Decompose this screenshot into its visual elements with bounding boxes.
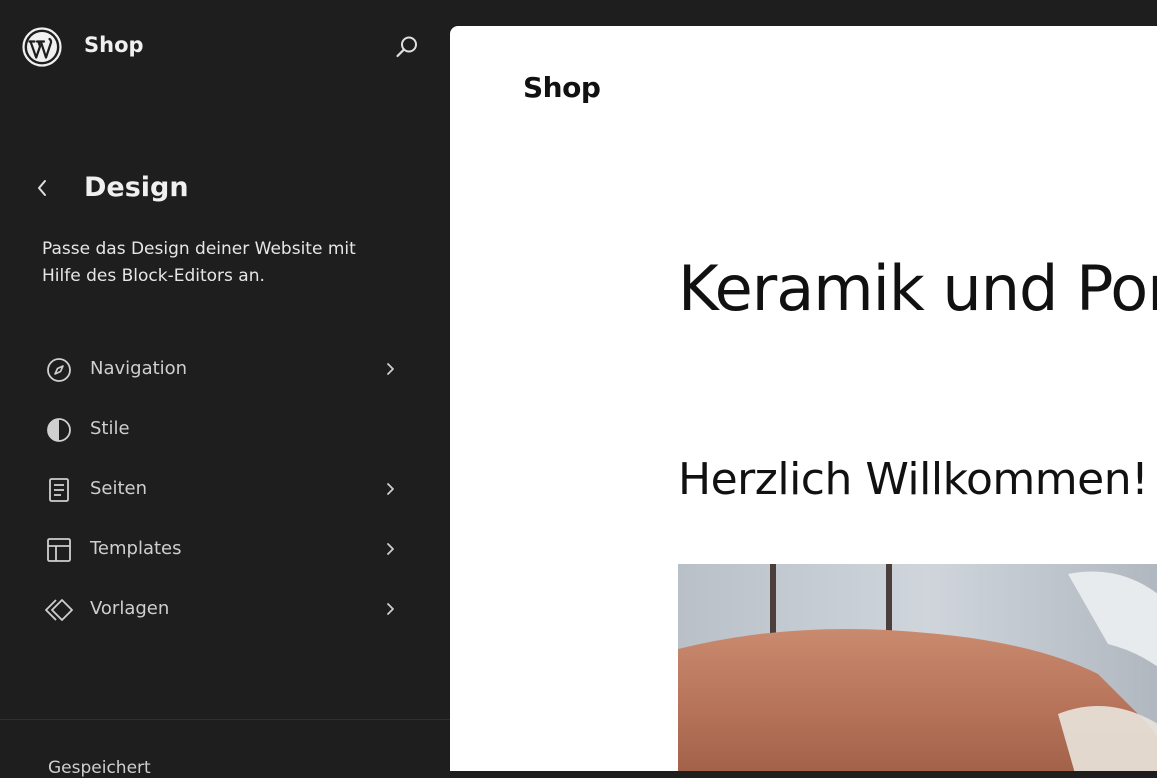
sidebar-divider	[0, 719, 450, 720]
chevron-right-icon	[387, 483, 394, 495]
diamond-icon	[45, 599, 73, 621]
back-chevron-icon[interactable]	[32, 176, 52, 200]
nav-item-label: Navigation	[90, 358, 188, 379]
half-circle-icon	[47, 418, 71, 442]
nav-item-navigation[interactable]: Navigation	[0, 340, 450, 400]
chevron-right-icon	[387, 603, 394, 615]
compass-icon	[47, 358, 71, 382]
chevron-right-icon	[387, 363, 394, 375]
site-preview-canvas[interactable]: Shop Keramik und Porz Herzlich Willkomme…	[450, 26, 1157, 771]
layout-icon	[47, 538, 71, 562]
wordpress-logo-icon[interactable]	[22, 27, 62, 67]
saved-status-link[interactable]: Gespeichert	[48, 758, 151, 778]
preview-site-title[interactable]: Shop	[523, 71, 601, 104]
nav-item-label: Vorlagen	[90, 598, 170, 619]
nav-item-label: Stile	[90, 418, 130, 439]
nav-item-stile[interactable]: Stile	[0, 400, 450, 460]
chevron-right-icon	[387, 543, 394, 555]
nav-item-vorlagen[interactable]: Vorlagen	[0, 580, 450, 640]
sidebar: Shop Design Passe das Design deiner Webs…	[0, 0, 450, 778]
nav-item-seiten[interactable]: Seiten	[0, 460, 450, 520]
design-nav-list: Navigation Stile Seiten Templates Vorlag…	[0, 340, 450, 640]
nav-item-label: Templates	[90, 538, 182, 559]
nav-item-templates[interactable]: Templates	[0, 520, 450, 580]
preview-hero-heading[interactable]: Keramik und Porz	[678, 252, 1157, 325]
hero-image[interactable]	[678, 564, 1157, 771]
site-title[interactable]: Shop	[84, 33, 144, 57]
page-icon	[49, 478, 69, 502]
search-icon[interactable]	[394, 34, 420, 60]
section-title: Design	[84, 172, 189, 203]
section-description: Passe das Design deiner Website mit Hilf…	[42, 239, 356, 286]
preview-welcome-heading[interactable]: Herzlich Willkommen!	[678, 454, 1149, 505]
nav-item-label: Seiten	[90, 478, 148, 499]
